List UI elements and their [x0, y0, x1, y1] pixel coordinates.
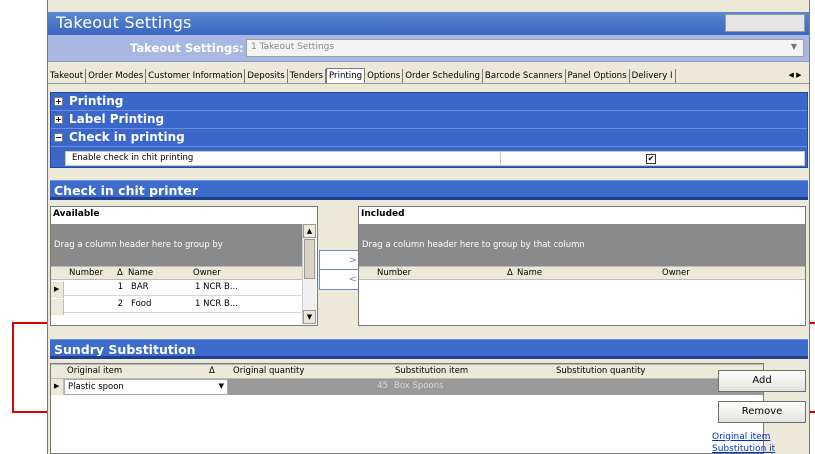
tab-order-scheduling[interactable]: Order Scheduling	[403, 69, 483, 83]
table-row[interactable]: ▶ Plastic spoon ▼ 45 Box Spoons 1	[51, 379, 763, 395]
settings-selector-value: 1 Takeout Settings	[251, 42, 335, 52]
chevron-left-icon[interactable]: ◀	[788, 71, 793, 79]
group-label-printing-label: Label Printing	[69, 112, 165, 126]
substitution-item-value[interactable]: Box Spoons	[394, 381, 444, 391]
cell-name: Food	[131, 299, 152, 309]
expand-icon[interactable]: +	[54, 115, 63, 124]
original-quantity-value[interactable]: 45	[368, 381, 388, 391]
included-column-headers: Number Δ Name Owner	[359, 266, 805, 280]
chevron-down-icon[interactable]: ▼	[219, 382, 224, 390]
remove-button[interactable]: Remove	[718, 401, 806, 423]
enable-chit-printing-checkbox[interactable]: ✔	[646, 154, 656, 164]
tab-delivery[interactable]: Delivery I	[630, 69, 676, 83]
tab-printing[interactable]: Printing	[326, 68, 366, 83]
group-printing-label: Printing	[69, 94, 124, 108]
included-title: Included	[361, 209, 405, 219]
settings-selector-label: Takeout Settings:	[130, 41, 244, 55]
sort-icon: Δ	[209, 366, 215, 376]
sundry-substitution-grid: Original item Δ Original quantity Substi…	[50, 363, 764, 454]
col-owner[interactable]: Owner	[662, 268, 690, 278]
tab-options[interactable]: Options	[365, 69, 404, 83]
sundry-substitution-header-label: Sundry Substitution	[54, 342, 196, 357]
col-name[interactable]: Name	[517, 268, 542, 278]
chit-printer-header: Check in chit printer	[50, 180, 808, 200]
scroll-thumb[interactable]	[304, 239, 315, 279]
tab-barcode-scanners[interactable]: Barcode Scanners	[483, 69, 566, 83]
chevron-down-icon[interactable]: ▼	[787, 42, 801, 54]
row-pointer-icon: ▶	[51, 282, 64, 298]
settings-selector-combo[interactable]: 1 Takeout Settings ▼	[246, 39, 804, 57]
available-scrollbar[interactable]: ▲ ▼	[302, 224, 316, 324]
enable-chit-printing-label: Enable check in chit printing	[72, 153, 194, 163]
group-printing[interactable]: + Printing	[51, 93, 807, 111]
col-number[interactable]: Number	[377, 268, 411, 278]
settings-selector-bar: Takeout Settings: 1 Takeout Settings ▼	[48, 35, 809, 62]
row-divider	[500, 152, 501, 165]
sundry-substitution-header: Sundry Substitution	[50, 339, 808, 359]
available-group-by-area[interactable]: Drag a column header here to group by	[51, 224, 303, 266]
col-owner[interactable]: Owner	[193, 268, 221, 278]
table-row[interactable]: ▶ 1 BAR 1 NCR B...	[51, 280, 303, 298]
col-substitution-item[interactable]: Substitution item	[395, 366, 468, 376]
cell-name: BAR	[131, 282, 149, 292]
col-original-item[interactable]: Original item	[67, 366, 122, 376]
included-group-by-area[interactable]: Drag a column header here to group by th…	[359, 224, 805, 266]
sort-icon: Δ	[117, 268, 123, 278]
enable-chit-printing-row: Enable check in chit printing ✔	[65, 151, 805, 166]
original-item-link[interactable]: Original item	[712, 432, 770, 442]
available-column-headers: Number Δ Name Owner	[51, 266, 303, 280]
tab-strip: Takeout Order Modes Customer Information De…	[48, 68, 809, 84]
tab-tenders[interactable]: Tenders	[288, 69, 327, 83]
tab-customer-information[interactable]: Customer Information	[146, 69, 246, 83]
original-item-combo[interactable]: Plastic spoon ▼	[64, 379, 228, 395]
substitution-item-link[interactable]: Substitution it	[712, 444, 775, 454]
chevron-right-icon[interactable]: ▶	[796, 71, 801, 79]
sundry-column-headers: Original item Δ Original quantity Substi…	[51, 364, 763, 379]
scroll-down-icon[interactable]: ▼	[303, 310, 316, 324]
sundry-row-values: 45 Box Spoons 1	[228, 379, 763, 395]
tab-order-modes[interactable]: Order Modes	[86, 69, 147, 83]
tab-scroll-arrows[interactable]: ◀ ▶	[781, 68, 809, 83]
group-check-in-printing-label: Check in printing	[69, 130, 185, 144]
highlight-left-line	[12, 322, 14, 413]
row-selector	[51, 299, 64, 315]
col-name[interactable]: Name	[128, 268, 153, 278]
cell-owner: 1 NCR B...	[195, 282, 238, 292]
collapse-icon[interactable]: −	[54, 133, 63, 142]
included-printers-grid: Included Drag a column header here to gr…	[358, 206, 806, 326]
cell-owner: 1 NCR B...	[195, 299, 238, 309]
group-check-in-printing[interactable]: − Check in printing	[51, 129, 807, 147]
available-printers-grid: Available Drag a column header here to g…	[50, 206, 318, 326]
group-label-printing[interactable]: + Label Printing	[51, 111, 807, 129]
expand-icon[interactable]: +	[54, 97, 63, 106]
tab-panel-options[interactable]: Panel Options	[566, 69, 630, 83]
window-title: Takeout Settings	[56, 13, 192, 32]
col-original-quantity[interactable]: Original quantity	[233, 366, 304, 376]
row-pointer-icon: ▶	[51, 379, 64, 395]
scroll-up-icon[interactable]: ▲	[303, 224, 316, 238]
add-button[interactable]: Add	[718, 370, 806, 392]
original-item-value: Plastic spoon	[68, 382, 124, 392]
col-substitution-quantity[interactable]: Substitution quantity	[556, 366, 645, 376]
included-group-hint: Drag a column header here to group by th…	[362, 240, 585, 250]
printing-groups-panel: + Printing + Label Printing − Check in p…	[50, 92, 808, 168]
available-group-hint: Drag a column header here to group by	[54, 240, 223, 250]
tab-takeout[interactable]: Takeout	[48, 69, 87, 83]
available-title: Available	[53, 209, 100, 219]
title-bar-box	[725, 14, 805, 32]
table-row[interactable]: 2 Food 1 NCR B...	[51, 297, 303, 315]
takeout-settings-window: Takeout Settings Takeout Settings: 1 Tak…	[47, 0, 810, 454]
cell-number: 2	[117, 299, 123, 309]
col-number[interactable]: Number	[69, 268, 103, 278]
tab-deposits[interactable]: Deposits	[245, 69, 288, 83]
sort-icon: Δ	[507, 268, 513, 278]
chit-printer-header-label: Check in chit printer	[54, 183, 198, 198]
title-bar: Takeout Settings	[48, 12, 809, 35]
cell-number: 1	[117, 282, 123, 292]
